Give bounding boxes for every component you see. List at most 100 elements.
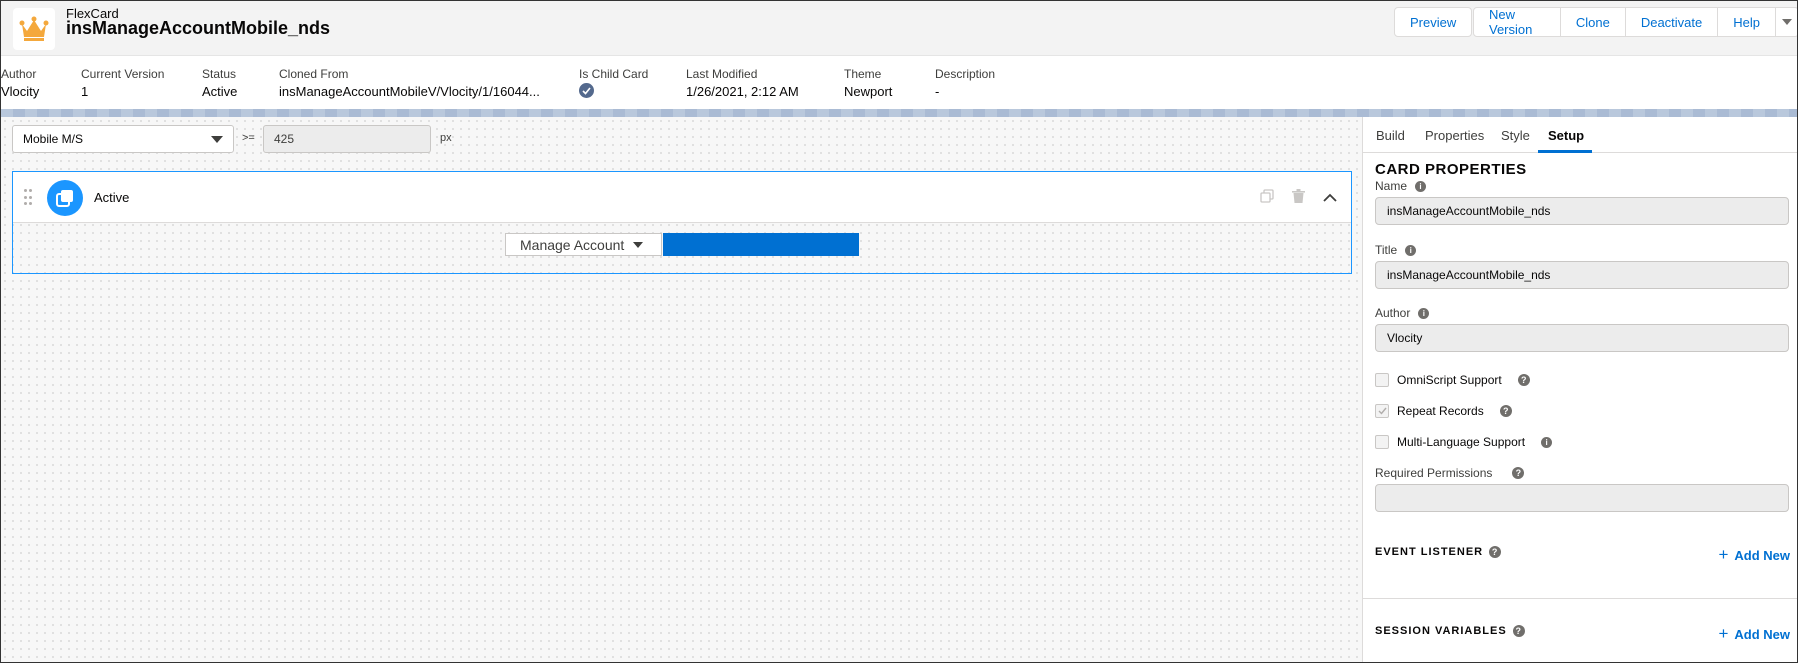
checkbox-label: Multi-Language Support: [1397, 435, 1526, 449]
meta-current-version: Current Version 1: [81, 67, 164, 99]
meta-label: Author: [1, 67, 37, 81]
clone-button[interactable]: Clone: [1560, 7, 1626, 37]
help-icon[interactable]: ?: [1489, 546, 1502, 558]
check-circle-icon: [579, 83, 594, 98]
info-icon[interactable]: i: [1415, 180, 1427, 192]
meta-label: Status: [202, 67, 237, 81]
repeat-records-checkbox[interactable]: [1375, 404, 1389, 418]
action-block[interactable]: [663, 233, 859, 256]
info-icon[interactable]: i: [1541, 436, 1553, 448]
meta-value: 1/26/2021, 2:12 AM: [686, 84, 799, 99]
width-operator: >=: [242, 132, 255, 144]
meta-last-modified: Last Modified 1/26/2021, 2:12 AM: [686, 67, 799, 99]
subsection-label: EVENT LISTENER: [1375, 546, 1484, 558]
action-button-group: New Version Clone Deactivate Help: [1473, 7, 1797, 37]
state-name: Active: [94, 190, 130, 205]
flexcard-designer: FlexCard insManageAccountMobile_nds Prev…: [0, 0, 1798, 663]
meta-author: Author Vlocity: [1, 67, 39, 99]
checkbox-label: OmniScript Support: [1397, 373, 1502, 387]
section-title: CARD PROPERTIES: [1375, 161, 1527, 178]
meta-label: Theme: [844, 67, 882, 81]
preview-button-group: Preview: [1394, 7, 1473, 37]
title-field-group: Title i insManageAccountMobile_nds: [1375, 243, 1789, 289]
caret-down-icon: [633, 241, 644, 248]
repeat-records-row: Repeat Records ?: [1375, 404, 1512, 418]
meta-is-child-card: Is Child Card: [579, 67, 648, 98]
name-field-group: Name i insManageAccountMobile_nds: [1375, 179, 1789, 225]
help-icon[interactable]: ?: [1512, 467, 1525, 479]
check-icon: [1378, 407, 1387, 415]
multi-language-support-checkbox[interactable]: [1375, 435, 1389, 449]
author-field[interactable]: Vlocity: [1375, 324, 1789, 352]
multi-language-support-row: Multi-Language Support i: [1375, 435, 1553, 449]
meta-label: Description: [935, 67, 996, 81]
required-permissions-field[interactable]: [1375, 484, 1789, 512]
omniscript-support-checkbox[interactable]: [1375, 373, 1389, 387]
meta-value: -: [935, 84, 940, 99]
help-button[interactable]: Help: [1718, 7, 1776, 37]
add-new-label: Add New: [1734, 547, 1790, 563]
drag-handle-icon[interactable]: [24, 189, 32, 207]
width-unit-label: px: [440, 132, 452, 144]
copy-icon[interactable]: [1260, 189, 1274, 206]
meta-value: Newport: [844, 84, 893, 99]
menu-button-label: Manage Account: [520, 236, 625, 253]
meta-theme: Theme Newport: [844, 67, 892, 99]
plus-icon: +: [1718, 624, 1729, 643]
chevron-down-icon: [1782, 19, 1792, 25]
help-icon[interactable]: ?: [1512, 625, 1525, 637]
tab-properties[interactable]: Properties: [1425, 128, 1484, 143]
session-variables-add-new-button[interactable]: + Add New: [1718, 624, 1790, 644]
name-field[interactable]: insManageAccountMobile_nds: [1375, 197, 1789, 225]
width-input[interactable]: 425: [263, 125, 431, 153]
meta-label: Cloned From: [279, 67, 349, 81]
name-field-label: Name i: [1375, 179, 1789, 193]
state-body: Manage Account: [13, 223, 1351, 274]
tab-build[interactable]: Build: [1376, 128, 1405, 143]
meta-cloned-from: Cloned From insManageAccountMobileV/Vloc…: [279, 67, 540, 99]
state-icon: [47, 180, 83, 216]
session-variables-title: SESSION VARIABLES ?: [1375, 625, 1525, 637]
tab-style[interactable]: Style: [1501, 128, 1530, 143]
meta-status: Status Active: [202, 67, 237, 99]
author-field-label: Author i: [1375, 306, 1789, 320]
section-divider: [1363, 598, 1797, 599]
properties-panel: Build Properties Style Setup CARD PROPER…: [1362, 117, 1797, 662]
author-field-group: Author i Vlocity: [1375, 306, 1789, 352]
new-version-button[interactable]: New Version: [1473, 7, 1561, 37]
meta-value: Active: [202, 84, 238, 99]
page-header: FlexCard insManageAccountMobile_nds Prev…: [1, 1, 1797, 56]
info-icon[interactable]: i: [1418, 307, 1430, 319]
required-permissions-group: Required Permissions ?: [1375, 466, 1789, 512]
tab-setup[interactable]: Setup: [1548, 128, 1584, 143]
preview-button[interactable]: Preview: [1394, 7, 1473, 37]
chevron-up-icon[interactable]: [1323, 190, 1337, 205]
card-properties-section: CARD PROPERTIES Name i insManageAccountM…: [1375, 157, 1789, 657]
meta-value: insManageAccountMobileV/Vlocity/1/16044.…: [279, 84, 540, 99]
event-listener-title: EVENT LISTENER ?: [1375, 546, 1502, 558]
meta-value: Vlocity: [1, 84, 40, 99]
help-icon[interactable]: ?: [1499, 405, 1512, 417]
label-text: Title: [1375, 243, 1398, 257]
design-canvas: Mobile M/S >= 425 px Active Manage Accou…: [1, 117, 1362, 662]
crown-icon: [13, 8, 55, 50]
meta-description: Description -: [935, 67, 995, 99]
active-tab-indicator: [1538, 150, 1592, 153]
device-select[interactable]: Mobile M/S: [12, 125, 234, 153]
state-card[interactable]: Active Manage Account: [12, 171, 1352, 274]
state-actions: [1260, 189, 1337, 206]
title-field[interactable]: insManageAccountMobile_nds: [1375, 261, 1789, 289]
info-icon[interactable]: i: [1405, 244, 1417, 256]
manage-account-menu-button[interactable]: Manage Account: [505, 233, 662, 256]
deactivate-button[interactable]: Deactivate: [1625, 7, 1719, 37]
label-text: Required Permissions: [1375, 466, 1493, 480]
add-new-label: Add New: [1734, 626, 1790, 642]
plus-icon: +: [1718, 545, 1729, 564]
more-actions-button[interactable]: [1776, 7, 1797, 37]
delete-icon[interactable]: [1292, 189, 1305, 206]
state-header: Active: [13, 172, 1351, 223]
event-listener-add-new-button[interactable]: + Add New: [1718, 545, 1790, 565]
help-icon[interactable]: ?: [1517, 374, 1530, 386]
checkbox-label: Repeat Records: [1397, 404, 1484, 418]
meta-label: Is Child Card: [579, 67, 649, 81]
